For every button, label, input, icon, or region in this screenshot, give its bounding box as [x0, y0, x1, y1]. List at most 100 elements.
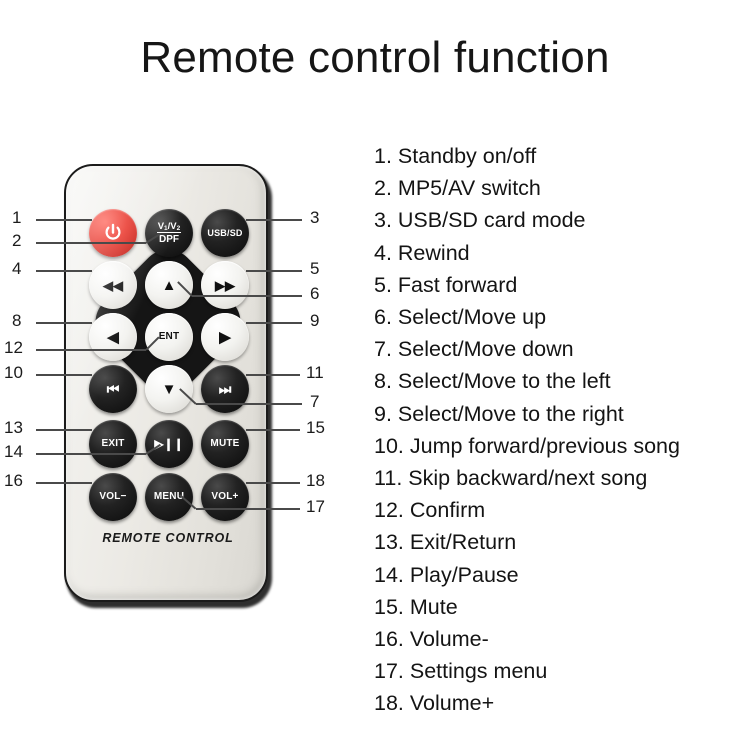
callout-number-5: 5: [310, 259, 320, 278]
remote-button-down[interactable]: ▼: [145, 365, 193, 413]
rewind-icon: ◀◀: [103, 277, 123, 293]
remote-button-volumedown[interactable]: VOL−: [89, 473, 137, 521]
function-item-text: Select/Move down: [397, 337, 574, 362]
remote-button-dpf[interactable]: V1/V2 DPF: [145, 209, 193, 257]
callout-number-9: 9: [310, 311, 320, 330]
callout-leader-9: [246, 322, 302, 324]
callout-leader-8: [36, 322, 92, 324]
callout-leader-13: [36, 429, 92, 431]
callout-leader-5: [246, 270, 302, 272]
callout-leader-3: [246, 219, 302, 221]
callout-number-6: 6: [310, 284, 320, 303]
callout-leader-14a: [36, 453, 146, 455]
function-list-item: 4. Rewind: [374, 237, 750, 269]
function-list-item: 12. Confirm: [374, 494, 750, 526]
dpf-text: V1/V2 DPF: [156, 220, 182, 245]
function-item-text: USB/SD card mode: [397, 208, 586, 233]
function-item-text: Settings menu: [409, 659, 548, 684]
function-item-number: 10.: [374, 433, 410, 458]
function-item-number: 5.: [374, 272, 398, 297]
function-item-text: Volume+: [409, 691, 495, 716]
function-item-text: Select/Move up: [397, 305, 547, 330]
function-list-item: 10. Jump forward/previous song: [374, 430, 750, 462]
callout-number-12: 12: [4, 338, 23, 357]
remote-button-next[interactable]: ⏭: [201, 365, 249, 413]
function-item-text: Confirm: [409, 498, 486, 523]
callout-number-8: 8: [12, 311, 22, 330]
function-list-item: 3. USB/SD card mode: [374, 204, 750, 236]
remote-brand-label: REMOTE CONTROL: [102, 531, 234, 545]
usb-sd-text: USB/SD: [207, 227, 243, 238]
remote-button-fastforward[interactable]: ▶▶: [201, 261, 249, 309]
arrow-up-icon: ▲: [161, 276, 177, 294]
remote-button-exit[interactable]: EXIT: [89, 420, 137, 468]
function-list-item: 15. Mute: [374, 591, 750, 623]
page-title: Remote control function: [140, 33, 610, 82]
function-item-text: Skip backward/next song: [408, 466, 648, 491]
function-list: 1. Standby on/off 2. MP5/AV switch 3. USB/…: [374, 140, 750, 720]
callout-number-10: 10: [4, 363, 23, 382]
function-list-item: 14. Play/Pause: [374, 559, 750, 591]
callout-number-11: 11: [306, 363, 324, 382]
function-item-number: 1.: [374, 144, 398, 168]
callout-number-2: 2: [12, 231, 22, 250]
callout-leader-12a: [36, 349, 146, 351]
arrow-left-icon: ◀: [107, 328, 119, 346]
function-item-number: 18.: [374, 691, 410, 716]
callout-leader-15: [246, 429, 300, 431]
remote-button-usbsd[interactable]: USB/SD: [201, 209, 249, 257]
function-item-number: 14.: [374, 562, 410, 587]
remote-body: V1/V2 DPF USB/SD ◀◀ ▲ ▶▶ ◀ ENT ▶ ⏮ ▼ ⏭ EXIT ▶❙❙ MUTE VO…: [64, 164, 268, 602]
callout-leader-16: [36, 482, 92, 484]
mute-text: MUTE: [210, 438, 240, 449]
callout-leader-18: [246, 482, 300, 484]
function-item-text: MP5/AV switch: [397, 176, 541, 201]
remote-button-playpause[interactable]: ▶❙❙: [145, 420, 193, 468]
callout-number-1: 1: [12, 208, 22, 227]
function-item-number: 7.: [374, 337, 398, 362]
function-item-number: 4.: [374, 240, 398, 265]
callout-leader-11: [246, 374, 300, 376]
function-list-item: 2. MP5/AV switch: [374, 172, 750, 204]
function-item-text: Mute: [409, 594, 458, 619]
function-item-text: Play/Pause: [409, 562, 519, 587]
function-item-text: Volume-: [409, 627, 489, 652]
callout-leader-10: [36, 374, 92, 376]
remote-button-rewind[interactable]: ◀◀: [89, 261, 137, 309]
function-list-item: 6. Select/Move up: [374, 301, 750, 333]
power-icon: [105, 223, 121, 240]
callout-leader-1: [36, 219, 92, 221]
remote-button-up[interactable]: ▲: [145, 261, 193, 309]
remote-button-menu[interactable]: MENU: [145, 473, 193, 521]
arrow-down-icon: ▼: [161, 380, 177, 398]
fast-forward-icon: ▶▶: [215, 277, 235, 293]
remote-button-right[interactable]: ▶: [201, 313, 249, 361]
function-list-item: 7. Select/Move down: [374, 333, 750, 365]
function-item-number: 6.: [374, 305, 398, 330]
function-list-item: 16. Volume-: [374, 623, 750, 655]
callout-number-17: 17: [306, 497, 325, 516]
remote-button-volumeup[interactable]: VOL+: [201, 473, 249, 521]
remote-button-left[interactable]: ◀: [89, 313, 137, 361]
remote-button-mute[interactable]: MUTE: [201, 420, 249, 468]
function-list-item: 11. Skip backward/next song: [374, 462, 750, 494]
skip-next-icon: ⏭: [218, 381, 232, 397]
callout-number-15: 15: [306, 418, 325, 437]
callout-leader-6b: [192, 295, 302, 297]
function-list-item: 5. Fast forward: [374, 269, 750, 301]
function-item-number: 12.: [374, 498, 410, 523]
remote-button-prev[interactable]: ⏮: [89, 365, 137, 413]
remote-control-image: V1/V2 DPF USB/SD ◀◀ ▲ ▶▶ ◀ ENT ▶ ⏮ ▼ ⏭ EXIT ▶❙❙ MUTE VO…: [58, 158, 276, 608]
page-root: Remote control function V1/V2 DPF USB/SD ◀◀…: [0, 0, 750, 750]
function-item-number: 16.: [374, 627, 410, 652]
function-item-number: 8.: [374, 369, 398, 394]
callout-leader-17b: [196, 508, 300, 510]
function-item-text: Select/Move to the left: [397, 369, 611, 394]
callout-number-7: 7: [310, 392, 320, 411]
exit-text: EXIT: [101, 438, 125, 449]
function-item-number: 15.: [374, 594, 410, 619]
remote-button-ent[interactable]: ENT: [145, 313, 193, 361]
function-item-text: Jump forward/previous song: [409, 433, 680, 458]
remote-button-power[interactable]: [89, 209, 137, 257]
callout-leader-4: [36, 270, 92, 272]
